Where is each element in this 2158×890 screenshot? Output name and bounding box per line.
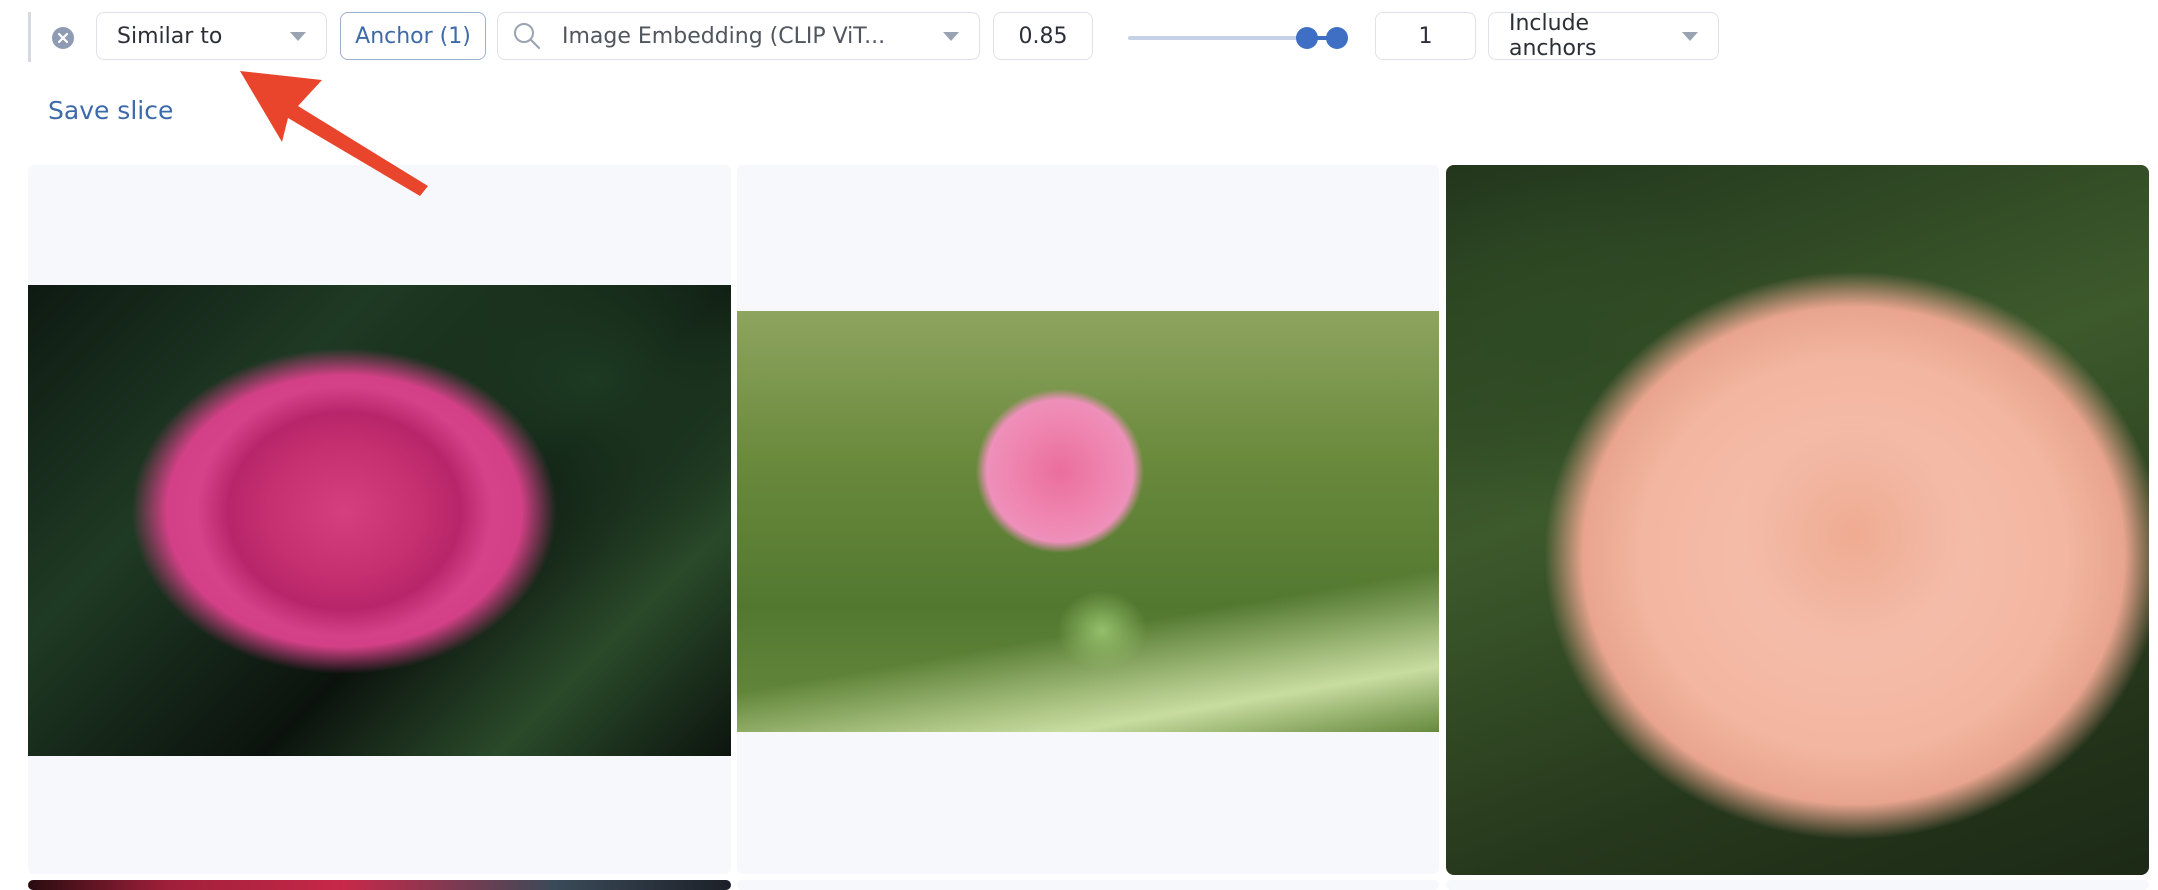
- operator-select-value: Similar to: [117, 23, 223, 49]
- count-input[interactable]: 1: [1375, 12, 1476, 60]
- search-icon: [514, 23, 540, 49]
- result-image[interactable]: [1446, 165, 2149, 875]
- anchor-button-label: Anchor (1): [355, 23, 471, 49]
- result-item[interactable]: [737, 165, 1439, 874]
- filter-divider: [28, 12, 31, 62]
- close-icon: [57, 32, 69, 44]
- include-anchors-select[interactable]: Include anchors: [1488, 11, 1719, 61]
- caret-down-icon: [290, 31, 306, 41]
- result-item[interactable]: [1446, 165, 2149, 875]
- result-image[interactable]: [28, 285, 731, 756]
- anchor-button[interactable]: Anchor (1): [340, 12, 486, 60]
- count-value: 1: [1418, 23, 1433, 49]
- embedding-select[interactable]: Image Embedding (CLIP ViT...: [497, 12, 980, 60]
- threshold-input[interactable]: 0.85: [993, 12, 1093, 60]
- slider-thumb-low[interactable]: [1296, 27, 1319, 49]
- caret-down-icon: [1682, 31, 1698, 41]
- embedding-select-value: Image Embedding (CLIP ViT...: [562, 23, 886, 49]
- similarity-range-slider[interactable]: [1128, 27, 1348, 49]
- operator-select[interactable]: Similar to: [96, 12, 327, 60]
- include-select-value: Include anchors: [1509, 11, 1597, 61]
- save-slice-link[interactable]: Save slice: [48, 96, 173, 125]
- remove-filter-button[interactable]: [52, 27, 74, 49]
- caret-down-icon: [943, 31, 959, 41]
- threshold-value: 0.85: [1018, 23, 1068, 49]
- slider-thumb-high[interactable]: [1326, 27, 1348, 49]
- result-image[interactable]: [737, 311, 1439, 732]
- result-item[interactable]: [28, 165, 731, 874]
